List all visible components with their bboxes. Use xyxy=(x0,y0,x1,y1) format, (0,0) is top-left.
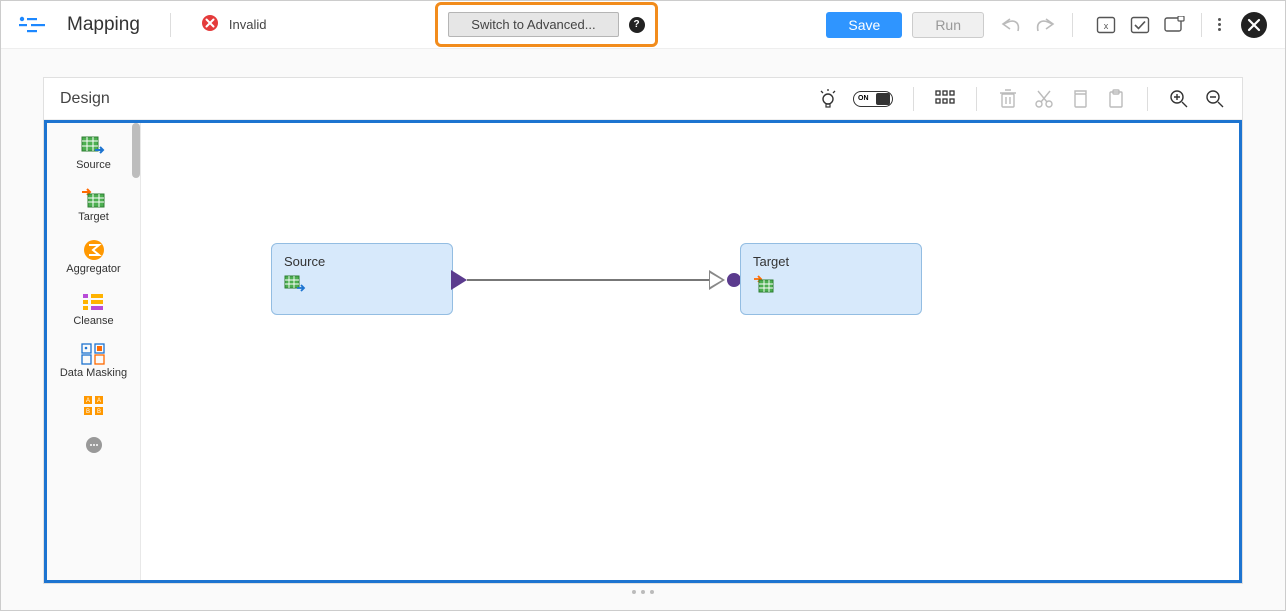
separator xyxy=(913,87,914,111)
palette-source[interactable]: Source xyxy=(76,135,111,171)
copy-icon[interactable] xyxy=(1069,88,1091,110)
lightbulb-icon[interactable] xyxy=(817,88,839,110)
ab-icon: AABB xyxy=(81,395,107,417)
zoom-in-icon[interactable] xyxy=(1168,88,1190,110)
more-options-icon[interactable] xyxy=(1218,18,1221,31)
validate-icon[interactable] xyxy=(1129,14,1151,36)
design-header: Design ON xyxy=(44,78,1242,120)
mapping-logo-icon xyxy=(19,14,49,36)
close-button[interactable] xyxy=(1241,12,1267,38)
palette-cleanse[interactable]: Cleanse xyxy=(73,291,113,327)
svg-text:A: A xyxy=(96,398,100,404)
run-button: Run xyxy=(912,12,984,38)
main-area: Design ON xyxy=(1,49,1285,610)
svg-text:x: x xyxy=(1104,21,1109,31)
separator xyxy=(1201,13,1202,37)
delete-icon[interactable] xyxy=(997,88,1019,110)
canvas-wrap: Source Target Aggregator xyxy=(44,120,1242,583)
top-bar-right: Save Run x xyxy=(826,12,1267,38)
aggregator-icon xyxy=(81,239,107,261)
view-toggle[interactable]: ON xyxy=(853,91,893,107)
node-label: Target xyxy=(753,254,909,269)
top-bar-left: Mapping Invalid xyxy=(19,13,266,37)
palette-scrollbar[interactable] xyxy=(132,123,140,178)
palette-label: Target xyxy=(78,211,109,223)
palette-target[interactable]: Target xyxy=(78,187,109,223)
variable-icon[interactable]: x xyxy=(1095,14,1117,36)
svg-text:B: B xyxy=(85,409,89,415)
toggle-knob xyxy=(876,93,890,105)
palette-data-masking[interactable]: Data Masking xyxy=(60,343,127,379)
error-icon xyxy=(201,14,219,35)
cleanse-icon xyxy=(80,291,106,313)
palette-label: Aggregator xyxy=(66,263,120,275)
palette-label: Cleanse xyxy=(73,315,113,327)
top-bar-center: Switch to Advanced... ? xyxy=(266,2,826,47)
top-bar: Mapping Invalid Switch to Advanced... ? … xyxy=(1,1,1285,49)
separator xyxy=(1147,87,1148,111)
palette-label: Data Masking xyxy=(60,367,127,379)
flow-arrowhead-icon xyxy=(709,270,725,290)
design-panel: Design ON xyxy=(43,77,1243,584)
redo-icon[interactable] xyxy=(1034,14,1056,36)
status-label: Invalid xyxy=(229,17,267,32)
switch-to-advanced-button[interactable]: Switch to Advanced... xyxy=(448,12,618,37)
canvas-source-node[interactable]: Source xyxy=(271,243,453,315)
tablet-icon[interactable] xyxy=(1163,14,1185,36)
validate-icons: x xyxy=(1095,14,1185,36)
svg-text:A: A xyxy=(85,398,89,404)
switch-highlight-box: Switch to Advanced... ? xyxy=(435,2,657,47)
flow-connector[interactable] xyxy=(467,279,714,281)
flow-start-icon xyxy=(451,270,467,290)
page-title: Mapping xyxy=(67,14,140,36)
source-icon xyxy=(80,135,106,157)
panel-resize-handle[interactable] xyxy=(43,584,1243,600)
history-icons xyxy=(1000,14,1056,36)
target-icon xyxy=(753,280,775,297)
separator xyxy=(1072,13,1073,37)
palette-more-icon[interactable] xyxy=(86,437,102,453)
flow-end-dot-icon xyxy=(727,273,741,287)
separator xyxy=(976,87,977,111)
toggle-label: ON xyxy=(858,95,869,102)
design-canvas[interactable]: Source Target xyxy=(141,123,1239,580)
app-root: Mapping Invalid Switch to Advanced... ? … xyxy=(0,0,1286,611)
grid-icon[interactable] xyxy=(934,88,956,110)
transformation-palette: Source Target Aggregator xyxy=(47,123,141,580)
help-icon[interactable]: ? xyxy=(629,17,645,33)
palette-aggregator[interactable]: Aggregator xyxy=(66,239,120,275)
palette-label: Source xyxy=(76,159,111,171)
paste-icon[interactable] xyxy=(1105,88,1127,110)
separator xyxy=(170,13,171,37)
status-indicator: Invalid xyxy=(201,14,267,35)
source-icon xyxy=(284,280,306,297)
target-icon xyxy=(80,187,106,209)
zoom-out-icon[interactable] xyxy=(1204,88,1226,110)
undo-icon[interactable] xyxy=(1000,14,1022,36)
cut-icon[interactable] xyxy=(1033,88,1055,110)
node-label: Source xyxy=(284,254,440,269)
svg-text:B: B xyxy=(96,409,100,415)
canvas-target-node[interactable]: Target xyxy=(740,243,922,315)
palette-extra[interactable]: AABB xyxy=(81,395,107,417)
save-button[interactable]: Save xyxy=(826,12,902,38)
data-masking-icon xyxy=(80,343,106,365)
design-toolbar: ON xyxy=(817,87,1226,111)
design-title: Design xyxy=(60,90,110,108)
